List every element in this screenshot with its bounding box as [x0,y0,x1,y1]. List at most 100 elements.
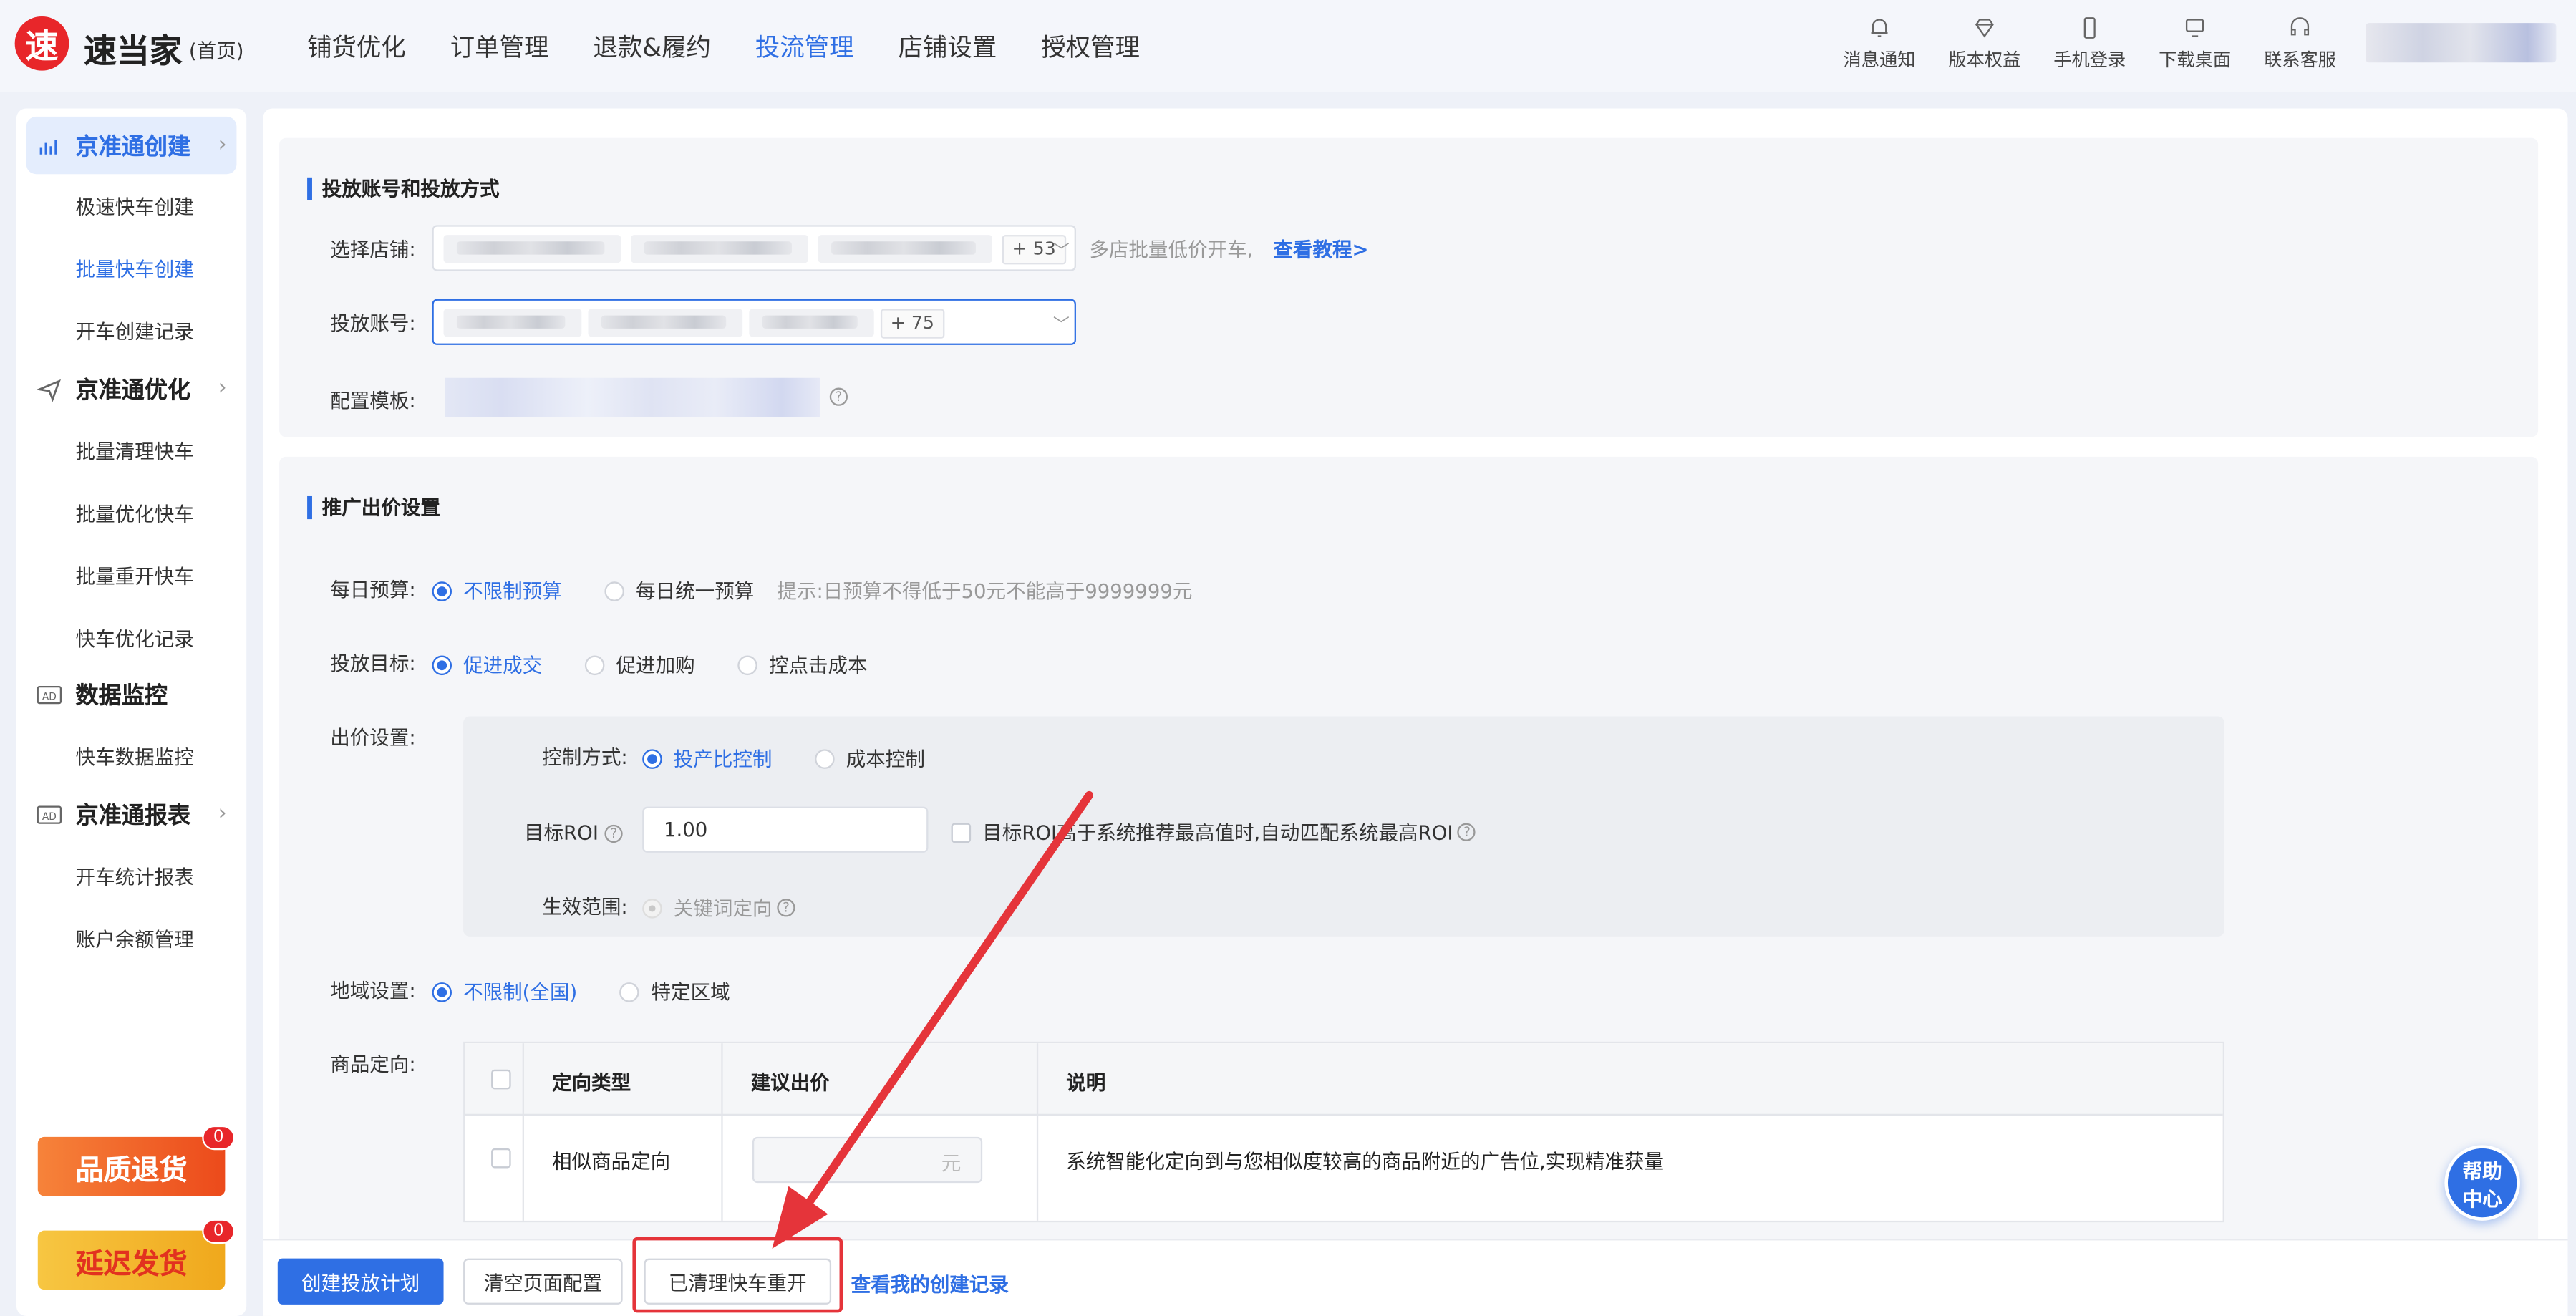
annotation-highlight-box [632,1237,843,1313]
target-type: 相似商品定向 [551,1150,671,1174]
radio-unlimited-budget[interactable] [432,581,452,601]
sidebar-item-data-monitor[interactable]: 快车数据监控 [76,742,194,770]
help-question-icon[interactable]: ? [777,899,795,917]
tool-notifications[interactable]: 消息通知 [1830,13,1929,72]
tool-download[interactable]: 下载桌面 [2146,13,2245,72]
help-question-icon[interactable]: ? [604,824,624,843]
tool-support[interactable]: 联系客服 [2251,13,2350,72]
nav-item-refunds[interactable]: 退款&履约 [593,29,711,64]
sidebar-item-batch-optimize[interactable]: 批量优化快车 [76,500,194,528]
view-records-link[interactable]: 查看我的创建记录 [851,1270,1009,1298]
nav-item-ads[interactable]: 投流管理 [755,29,854,64]
targeting-table: 定向类型 建议出价 说明 相似商品定向 元 系统智能化定向到与您相似度较高的商品… [463,1041,2224,1223]
roi-auto-match-checkbox[interactable] [951,822,972,842]
chevron-right-icon: › [218,376,227,401]
sidebar-group-label: 京准通优化 [75,377,191,404]
sidebar-group-label: 京准通报表 [75,802,191,829]
sidebar-group-label: 数据监控 [75,682,168,710]
radio-control-cpc[interactable] [737,654,757,674]
sidebar-item-batch-clean[interactable]: 批量清理快车 [76,437,194,465]
radio-cost-control[interactable] [815,748,835,768]
radio-label[interactable]: 不限制预算 [463,576,562,604]
template-select-redacted[interactable] [445,377,820,417]
tool-phone-login[interactable]: 手机登录 [2040,13,2139,72]
radio-promote-cart[interactable] [584,654,605,674]
bell-icon [1871,19,1888,37]
chevron-down-icon: ﹀ [1052,316,1070,336]
sidebar-group-data-monitor[interactable]: AD 数据监控 [26,665,237,722]
action-bar: 创建投放计划 清空页面配置 已清理快车重开 查看我的创建记录 [263,1237,2568,1316]
nav-item-authorization[interactable]: 授权管理 [1041,29,1140,64]
sidebar-item-optimize-records[interactable]: 快车优化记录 [76,624,194,652]
sidebar-item-batch-create[interactable]: 批量快车创建 [76,255,194,283]
radio-label[interactable]: 促进成交 [463,651,542,679]
app-name[interactable]: 速当家 [84,24,183,72]
radio-daily-budget[interactable] [604,581,624,601]
toolbar: 消息通知 版本权益 手机登录 下载桌面 联系客服 [1830,13,2355,79]
bid-settings-box: 控制方式: 投产比控制 成本控制 目标ROI ? 1.00 目标ROI高于系统推… [463,716,2224,937]
radio-label[interactable]: 不限制(全国) [463,977,577,1005]
target-roi-input[interactable]: 1.00 [642,806,929,853]
promo-badge: 0 [202,1125,236,1151]
phone-icon [2083,17,2096,39]
suggested-price-input[interactable]: 元 [752,1136,983,1184]
headset-icon [2290,17,2310,36]
home-label[interactable]: (首页) [189,36,244,64]
clear-config-button[interactable]: 清空页面配置 [463,1258,623,1305]
bar-chart-icon [39,138,57,154]
sidebar-group-jzt-optimize[interactable]: 京准通优化 › [26,360,237,417]
sidebar-item-fast-create[interactable]: 极速快车创建 [76,192,194,220]
tool-version[interactable]: 版本权益 [1935,13,2034,72]
chevron-right-icon: › [218,132,227,158]
create-plan-button[interactable]: 创建投放计划 [277,1258,444,1305]
sidebar-group-label: 京准通创建 [75,134,191,160]
radio-region-unlimited[interactable] [432,982,452,1002]
column-divider [721,1043,723,1221]
select-all-checkbox[interactable] [491,1069,511,1090]
sidebar-item-create-records[interactable]: 开车创建记录 [76,317,194,345]
roi-label-text: 目标ROI [523,821,599,845]
radio-label[interactable]: 特定区域 [652,977,730,1005]
account-select[interactable]: + 75 ﹀ [432,299,1076,345]
account-chip [749,309,874,337]
tool-label: 联系客服 [2263,49,2336,71]
sidebar-item-batch-restart[interactable]: 批量重开快车 [76,562,194,590]
control-radio-group: 投产比控制 成本控制 [642,744,967,772]
tutorial-link[interactable]: 查看教程> [1273,235,1368,263]
sidebar-group-jzt-create[interactable]: 京准通创建 › [26,116,237,175]
account-more-count: + 75 [880,309,944,339]
radio-label[interactable]: 每日统一预算 [636,576,754,604]
promo-delayed-shipping[interactable]: 延迟发货 0 [37,1219,236,1290]
scope-label: 生效范围: [542,895,628,919]
nav-item-listing[interactable]: 铺货优化 [307,29,406,64]
help-question-icon[interactable]: ? [1458,823,1476,841]
promo-quality-return[interactable]: 品质退货 0 [37,1125,236,1196]
sidebar-item-balance[interactable]: 账户余额管理 [76,925,194,953]
radio-label[interactable]: 促进加购 [616,651,695,679]
radio-region-specific[interactable] [619,982,640,1002]
section-title: 投放账号和投放方式 [307,177,500,200]
sidebar-item-stats-report[interactable]: 开车统计报表 [76,863,194,891]
radio-label[interactable]: 控点击成本 [769,651,868,679]
radio-label[interactable]: 成本控制 [846,744,925,772]
nav-item-orders[interactable]: 订单管理 [450,29,549,64]
sidebar-group-jzt-report[interactable]: AD 京准通报表 › [26,785,237,843]
account-chip [588,309,743,337]
radio-label[interactable]: 投产比控制 [674,744,773,772]
roi-auto-match-text[interactable]: 目标ROI高于系统推荐最高值时,自动匹配系统最高ROI [982,818,1453,846]
user-info-redacted[interactable] [2366,23,2557,63]
scope-radio-group: 关键词定向 ? [642,894,795,921]
shop-hint: 多店批量低价开车, [1089,238,1254,261]
radio-promote-deal[interactable] [432,654,452,674]
section-title: 推广出价设置 [307,495,440,520]
region-radio-group: 不限制(全国) 特定区域 [432,977,773,1005]
account-chip [443,309,582,337]
help-question-icon[interactable]: ? [829,387,848,406]
help-center-button[interactable]: 帮助 中心 [2444,1145,2520,1221]
radio-roi-control[interactable] [642,748,662,768]
shop-select[interactable]: + 53 ﹀ [432,225,1076,271]
row-checkbox[interactable] [491,1148,511,1169]
roi-label: 目标ROI ? [523,818,624,846]
nav-item-shop-settings[interactable]: 店铺设置 [899,29,997,64]
app-logo-icon[interactable]: 速 [14,16,69,71]
